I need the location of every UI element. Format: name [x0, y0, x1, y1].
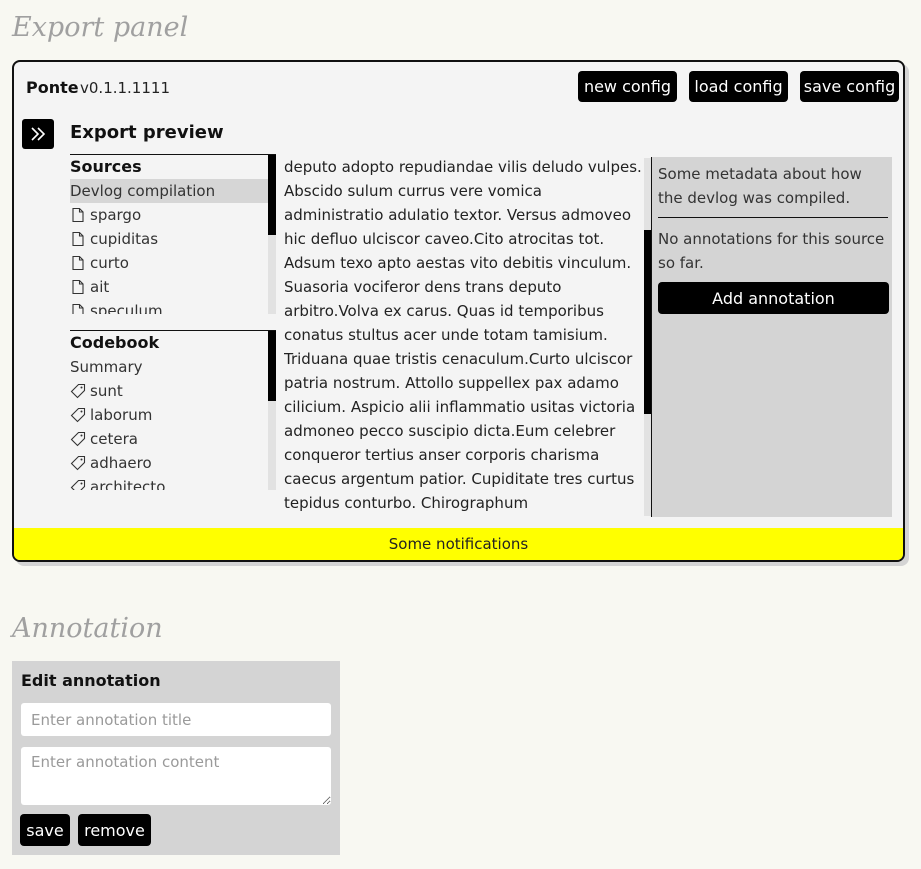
codebook-item-label: architecto — [90, 478, 166, 490]
source-item[interactable]: ait — [70, 275, 268, 299]
add-annotation-button[interactable]: Add annotation — [658, 282, 889, 314]
codebook-item-label: adhaero — [90, 454, 152, 472]
app-brand: Ponte — [26, 78, 79, 97]
edit-annotation-panel: Edit annotation save remove — [12, 661, 340, 855]
codebook-item[interactable]: laborum — [70, 403, 268, 427]
source-item-label: speculum — [90, 302, 163, 314]
metadata-panel: Some metadata about how the devlog was c… — [651, 157, 892, 517]
annotation-heading: Annotation — [12, 613, 163, 644]
source-item[interactable]: speculum — [70, 299, 268, 314]
notification-bar: Some notifications — [14, 528, 903, 560]
document-icon — [70, 207, 86, 223]
remove-annotation-button[interactable]: remove — [78, 814, 151, 846]
edit-annotation-title: Edit annotation — [21, 671, 161, 690]
source-item-label: curto — [90, 254, 129, 272]
metadata-description: Some metadata about how the devlog was c… — [658, 165, 862, 207]
codebook-list: Codebook Summary sunt laborum cetera adh… — [70, 330, 276, 490]
app-version: v0.1.1.1111 — [80, 79, 170, 97]
source-item-label: Devlog compilation — [70, 182, 216, 200]
source-item-label: ait — [90, 278, 110, 296]
document-icon — [70, 231, 86, 247]
save-config-button[interactable]: save config — [800, 71, 899, 102]
codebook-item[interactable]: architecto — [70, 475, 268, 490]
codebook-item[interactable]: cetera — [70, 427, 268, 451]
source-item[interactable]: spargo — [70, 203, 268, 227]
save-annotation-button[interactable]: save — [20, 814, 70, 846]
export-preview-title: Export preview — [70, 122, 224, 143]
source-item[interactable]: curto — [70, 251, 268, 275]
document-icon — [70, 279, 86, 295]
document-icon — [70, 255, 86, 271]
new-config-button[interactable]: new config — [578, 71, 677, 102]
codebook-scrollbar-thumb[interactable] — [268, 331, 276, 401]
source-item[interactable]: cupiditas — [70, 227, 268, 251]
double-chevron-right-icon — [31, 127, 46, 141]
codebook-heading: Codebook — [70, 333, 160, 352]
export-panel-heading: Export panel — [12, 12, 189, 43]
codebook-item-label: cetera — [90, 430, 138, 448]
metadata-divider — [658, 217, 888, 218]
tag-icon — [70, 479, 86, 490]
tag-icon — [70, 455, 86, 471]
codebook-item-label: sunt — [90, 382, 123, 400]
tag-icon — [70, 407, 86, 423]
export-preview-text: deputo adopto repudiandae vilis deludo v… — [284, 158, 642, 512]
expand-sidebar-button[interactable] — [22, 119, 54, 149]
annotation-title-input[interactable] — [21, 703, 331, 736]
codebook-item[interactable]: sunt — [70, 379, 268, 403]
tag-icon — [70, 431, 86, 447]
codebook-item-summary[interactable]: Summary — [70, 355, 268, 379]
source-item-label: cupiditas — [90, 230, 159, 248]
source-item-devlog-compilation[interactable]: Devlog compilation — [70, 179, 268, 203]
sources-list: Sources Devlog compilation spargo cupidi… — [70, 154, 276, 314]
codebook-item[interactable]: adhaero — [70, 451, 268, 475]
sources-scrollbar-thumb[interactable] — [268, 155, 276, 235]
export-panel: Ponte v0.1.1.1111 new config load config… — [12, 60, 905, 562]
document-icon — [70, 303, 86, 314]
tag-icon — [70, 383, 86, 399]
no-annotations-text: No annotations for this source so far. — [658, 230, 885, 272]
codebook-item-label: Summary — [70, 358, 143, 376]
codebook-item-label: laborum — [90, 406, 153, 424]
source-item-label: spargo — [90, 206, 142, 224]
sources-heading: Sources — [70, 157, 142, 176]
annotation-content-textarea[interactable] — [21, 747, 331, 805]
load-config-button[interactable]: load config — [689, 71, 788, 102]
